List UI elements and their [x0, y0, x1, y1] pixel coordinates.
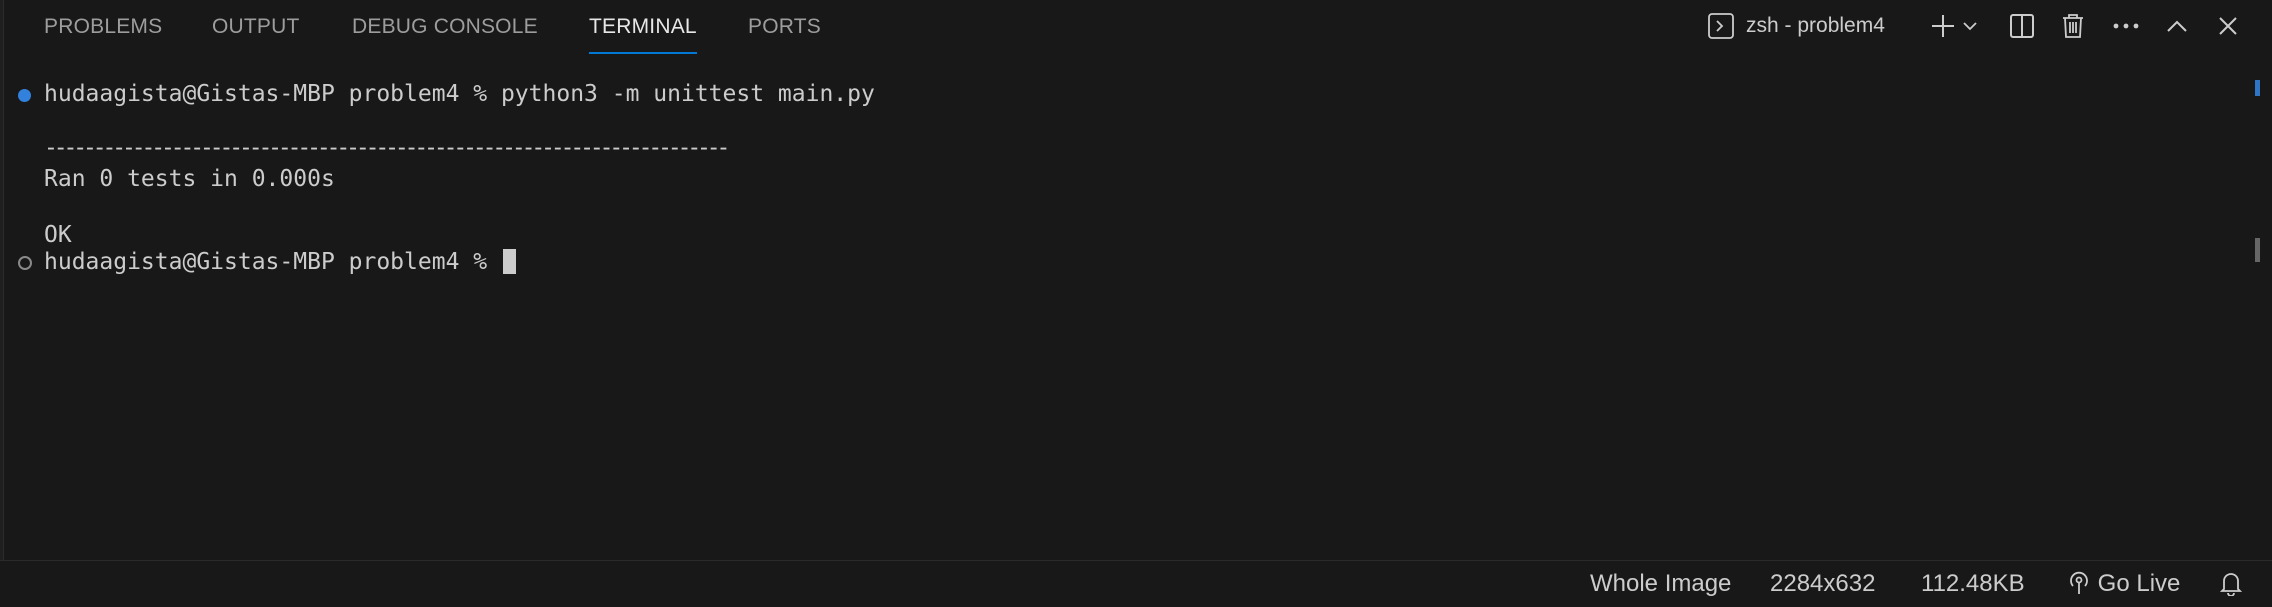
chevron-up-icon[interactable]	[2162, 11, 2192, 41]
status-file-size[interactable]: 112.48KB	[1921, 561, 2025, 607]
tab-debug-console[interactable]: DEBUG CONSOLE	[352, 0, 538, 52]
chevron-down-icon[interactable]	[1960, 11, 1980, 41]
broadcast-icon	[2067, 570, 2091, 597]
terminal-cursor	[502, 249, 516, 274]
status-whole-image[interactable]: Whole Image	[1590, 561, 1731, 607]
tab-problems[interactable]: PROBLEMS	[44, 0, 162, 52]
status-bar: Whole Image 2284x632 112.48KB Go Live	[0, 560, 2272, 606]
terminal-separator-line: ----------------------------------------…	[44, 135, 730, 161]
terminal-prompt: hudaagista@Gistas-MBP problem4 %	[44, 249, 501, 275]
more-icon[interactable]	[2111, 11, 2141, 41]
scrollbar-marker	[2255, 80, 2260, 96]
terminal-line: hudaagista@Gistas-MBP problem4 % python3…	[44, 81, 875, 107]
bell-icon[interactable]	[2219, 561, 2243, 607]
terminal-name: zsh - problem4	[1746, 14, 1885, 37]
scrollbar-thumb[interactable]	[2255, 238, 2260, 262]
status-dimensions[interactable]: 2284x632	[1770, 561, 1875, 607]
terminal-selector[interactable]: zsh - problem4	[1708, 10, 1885, 42]
command-pending-decoration[interactable]	[18, 256, 32, 270]
terminal-line: Ran 0 tests in 0.000s	[44, 166, 335, 192]
go-live-label: Go Live	[2097, 570, 2181, 597]
split-icon[interactable]	[2007, 11, 2037, 41]
plus-icon[interactable]	[1928, 11, 1958, 41]
tab-output[interactable]: OUTPUT	[212, 0, 300, 52]
terminal-panel: PROBLEMS OUTPUT DEBUG CONSOLE TERMINAL P…	[0, 0, 2272, 560]
trash-icon[interactable]	[2058, 11, 2088, 41]
go-live-button[interactable]: Go Live	[2067, 561, 2180, 607]
tab-terminal[interactable]: TERMINAL	[589, 0, 697, 54]
panel-tab-bar: PROBLEMS OUTPUT DEBUG CONSOLE TERMINAL P…	[0, 0, 2272, 56]
command-success-decoration[interactable]	[18, 89, 31, 102]
tab-ports[interactable]: PORTS	[748, 0, 821, 52]
terminal-output[interactable]: hudaagista@Gistas-MBP problem4 % python3…	[0, 76, 2240, 546]
terminal-prompt-line: hudaagista@Gistas-MBP problem4 %	[44, 248, 516, 276]
terminal-icon	[1708, 13, 1734, 39]
close-icon[interactable]	[2213, 11, 2243, 41]
terminal-line: OK	[44, 222, 72, 248]
